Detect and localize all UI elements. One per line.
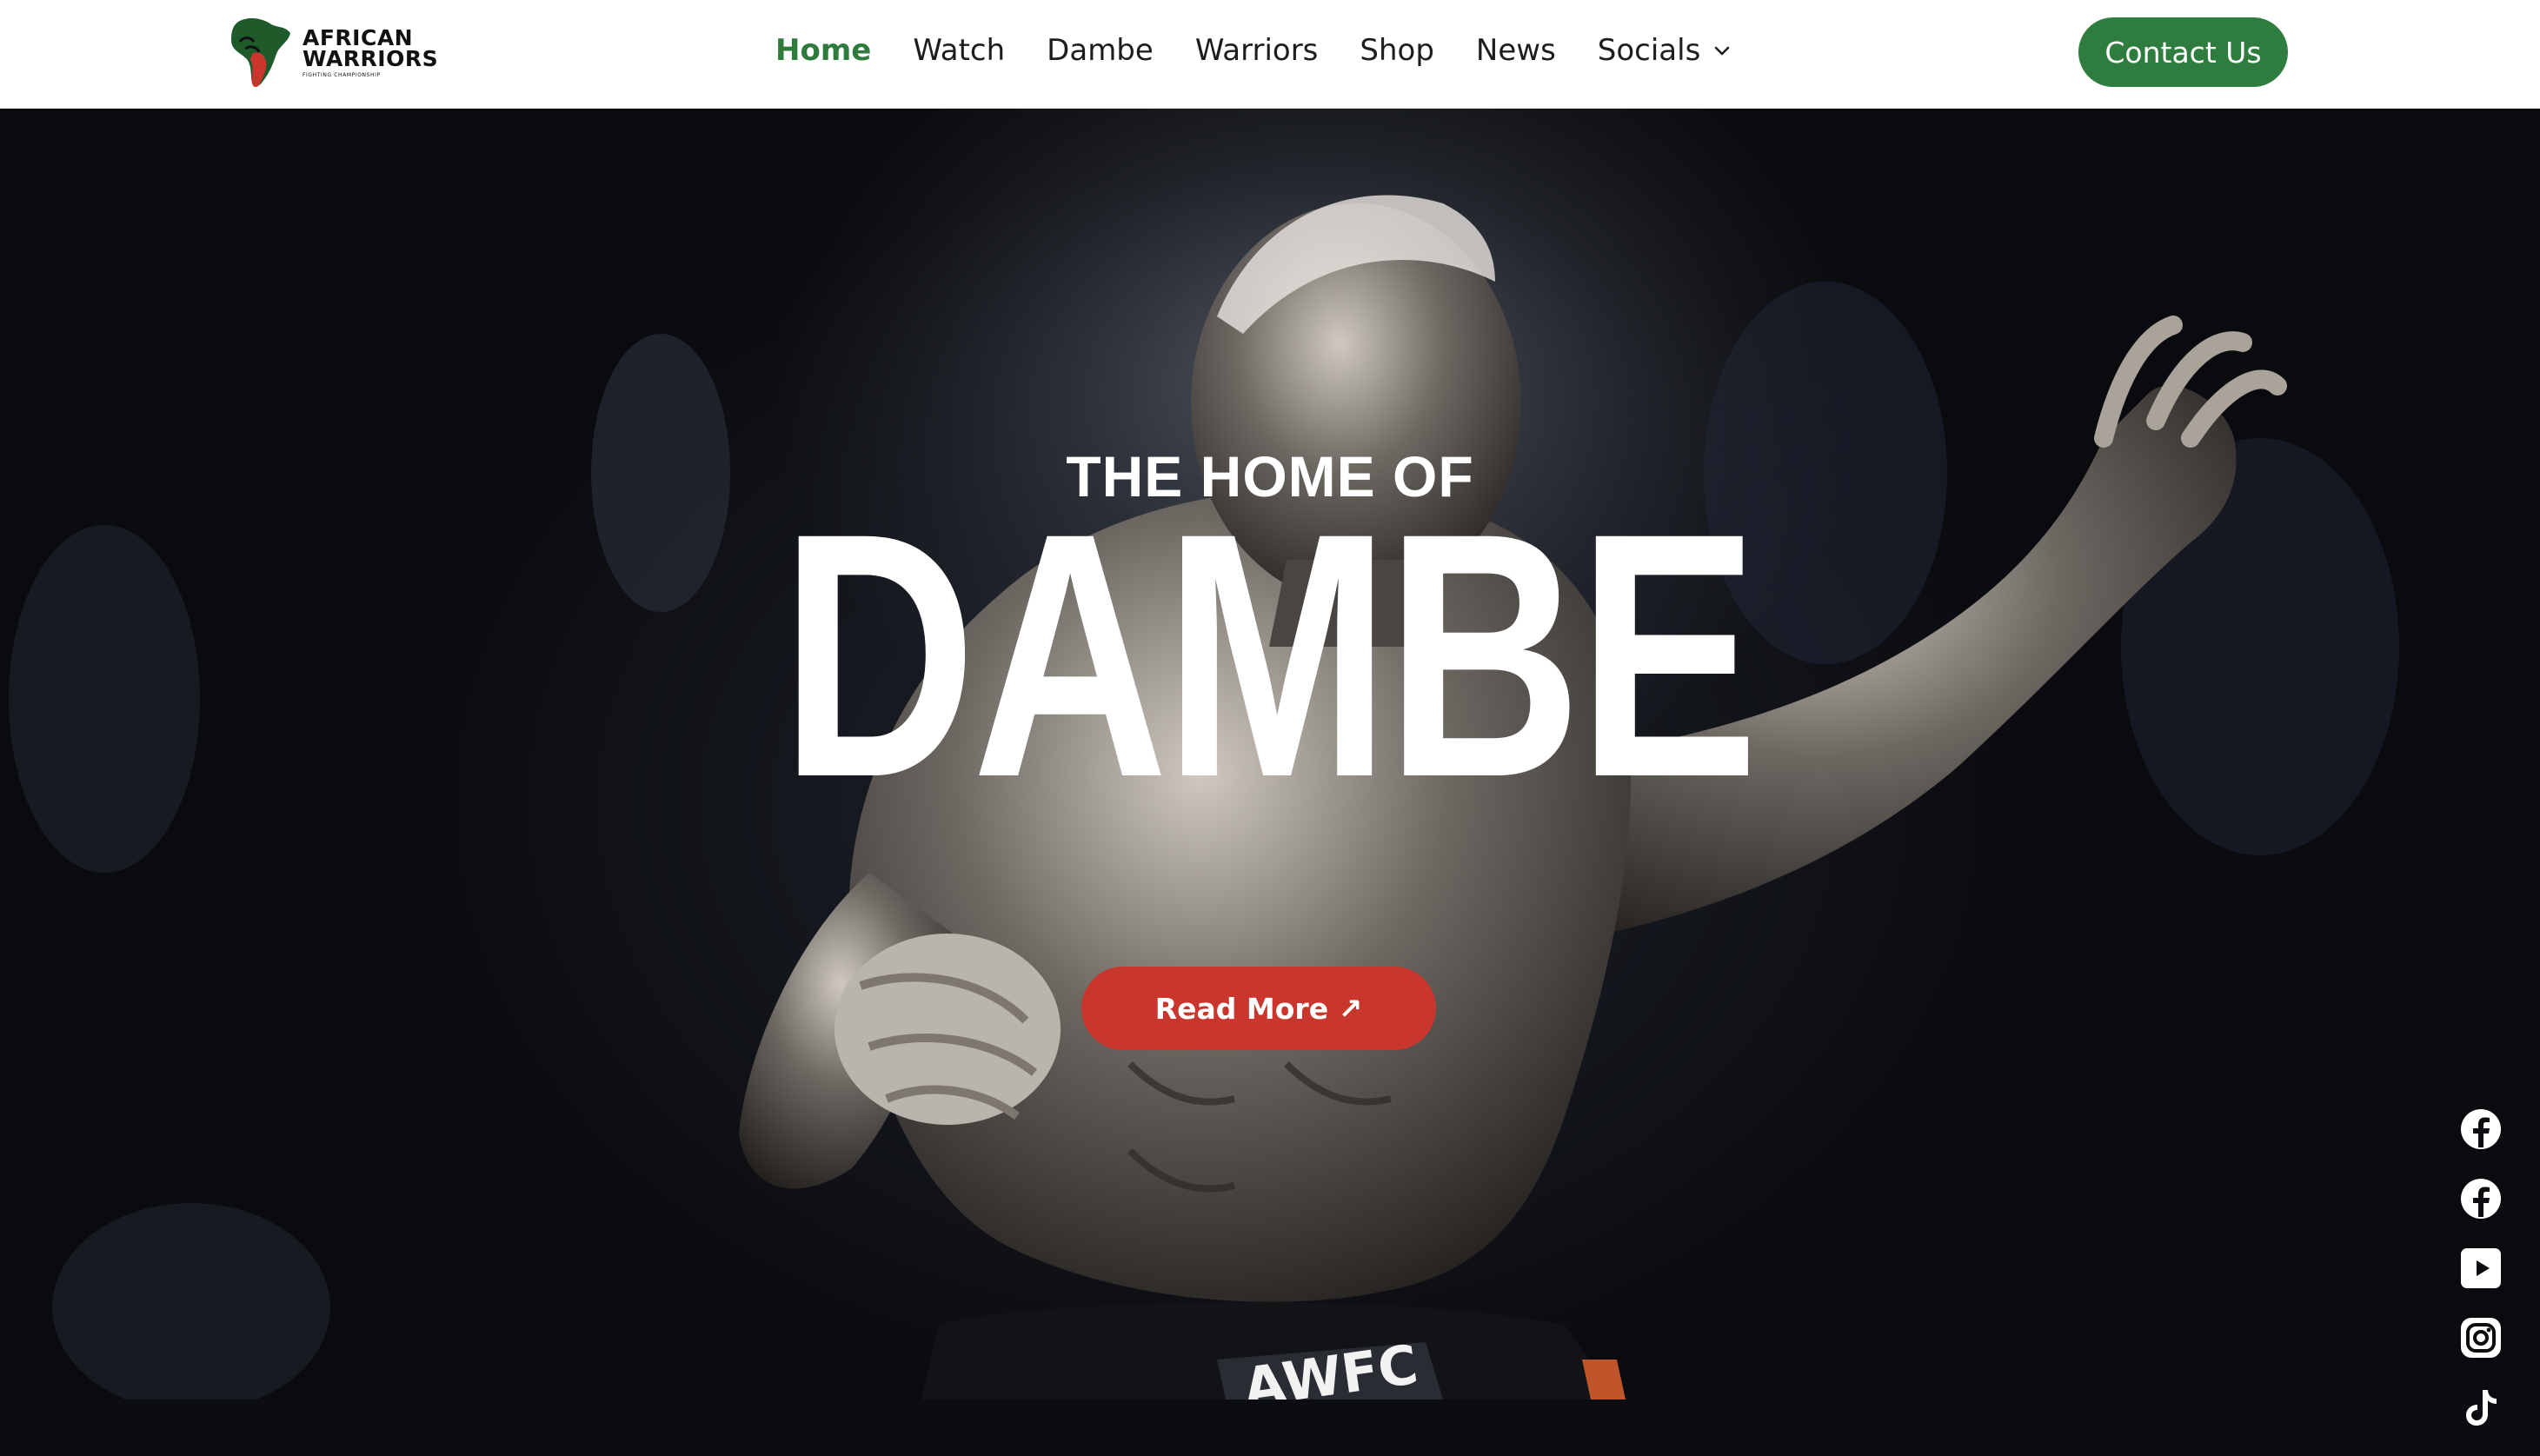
- nav-dambe[interactable]: Dambe: [1047, 33, 1154, 68]
- hero-headline: DAMBE: [780, 461, 1759, 849]
- nav-news[interactable]: News: [1476, 33, 1556, 68]
- facebook-icon[interactable]: [2460, 1178, 2502, 1220]
- tiktok-icon[interactable]: [2460, 1386, 2502, 1428]
- youtube-icon[interactable]: [2460, 1247, 2502, 1289]
- nav-shop[interactable]: Shop: [1360, 33, 1434, 68]
- instagram-icon[interactable]: [2460, 1317, 2502, 1359]
- nav-warriors[interactable]: Warriors: [1195, 33, 1319, 68]
- read-more-button[interactable]: Read More ↗: [1081, 967, 1436, 1050]
- nav-socials-dropdown[interactable]: Socials: [1598, 33, 1732, 68]
- nav-home[interactable]: Home: [775, 33, 871, 68]
- nav-socials-label: Socials: [1597, 33, 1701, 68]
- hero-section: AWFC THE HOME OF DAMBE Read More ↗: [0, 108, 2540, 1399]
- logo-text-line2: WARRIORS: [303, 45, 439, 71]
- africa-map-icon: [231, 18, 290, 88]
- nav-watch[interactable]: Watch: [913, 33, 1005, 68]
- facebook-icon[interactable]: [2460, 1108, 2502, 1150]
- chevron-down-icon: [1715, 46, 1730, 56]
- social-sidebar: [2460, 1108, 2503, 1456]
- awfc-logo[interactable]: AFRICAN WARRIORS FIGHTING CHAMPIONSHIP: [228, 16, 438, 90]
- logo-text-line3: FIGHTING CHAMPIONSHIP: [303, 71, 381, 78]
- top-navigation-bar: AFRICAN WARRIORS FIGHTING CHAMPIONSHIP H…: [0, 0, 2540, 109]
- contact-us-button[interactable]: Contact Us: [2078, 17, 2288, 87]
- main-nav: Home Watch Dambe Warriors Shop News Soci…: [775, 0, 1732, 101]
